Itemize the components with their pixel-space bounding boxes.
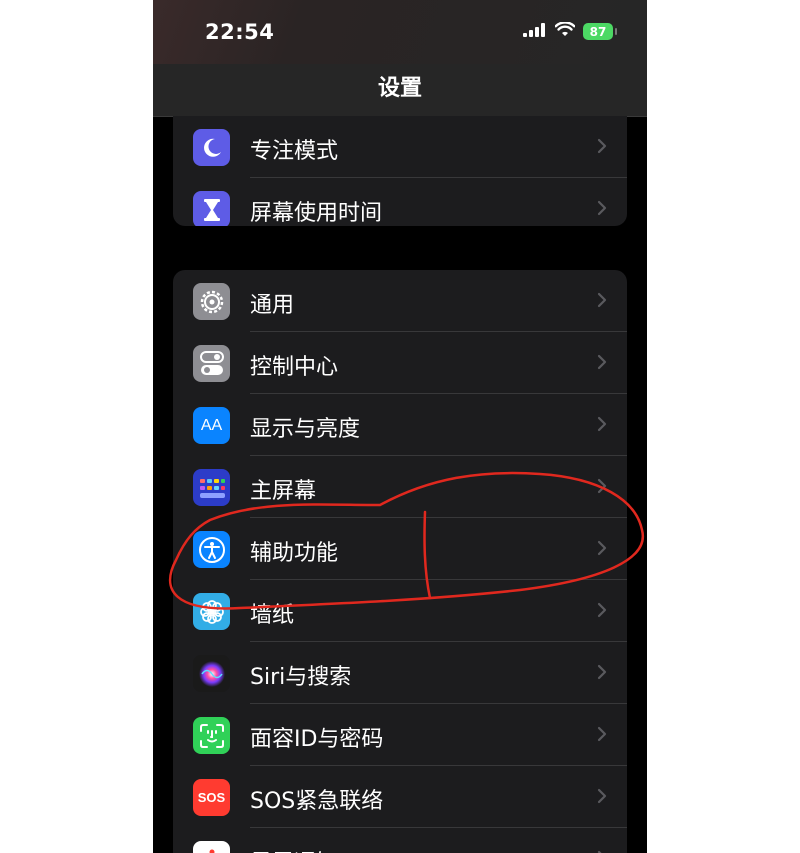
settings-row-siri[interactable]: Siri与搜索 bbox=[173, 642, 627, 704]
status-icons: 87 bbox=[523, 21, 617, 41]
gear-icon bbox=[193, 283, 230, 320]
settings-row-exposure[interactable]: 暴露通知 bbox=[173, 828, 627, 853]
aa-icon: AA bbox=[193, 407, 230, 444]
settings-row-screen-time[interactable]: 屏幕使用时间 bbox=[173, 178, 627, 226]
settings-row-focus[interactable]: 专注模式 bbox=[173, 116, 627, 178]
settings-row-label: 控制中心 bbox=[250, 355, 339, 380]
chevron-right-icon bbox=[597, 664, 607, 684]
settings-row-label: SOS紧急联络 bbox=[250, 789, 384, 814]
hourglass-icon bbox=[193, 191, 230, 226]
face-id-icon bbox=[193, 717, 230, 754]
settings-row-label: Siri与搜索 bbox=[250, 665, 352, 690]
settings-row-label: 暴露通知 bbox=[250, 845, 338, 853]
battery-icon: 87 bbox=[583, 23, 617, 40]
status-bar: 22:54 87 bbox=[153, 0, 647, 64]
settings-row-control-center[interactable]: 控制中心 bbox=[173, 332, 627, 394]
settings-group-focus: 专注模式 屏幕使用时间 bbox=[173, 116, 627, 226]
chevron-right-icon bbox=[597, 540, 607, 560]
chevron-right-icon bbox=[597, 478, 607, 498]
settings-row-label: 面容ID与密码 bbox=[250, 727, 384, 752]
settings-row-label: 辅助功能 bbox=[250, 541, 339, 566]
chevron-right-icon bbox=[597, 788, 607, 808]
settings-row-label: 墙纸 bbox=[250, 603, 295, 628]
chevron-right-icon bbox=[597, 200, 607, 220]
home-grid-icon bbox=[193, 469, 230, 506]
settings-row-home-screen[interactable]: 主屏幕 bbox=[173, 456, 627, 518]
settings-row-label: 主屏幕 bbox=[250, 479, 317, 504]
status-time: 22:54 bbox=[205, 20, 275, 44]
settings-row-label: 专注模式 bbox=[250, 139, 339, 164]
settings-row-wallpaper[interactable]: 墙纸 bbox=[173, 580, 627, 642]
signal-icon bbox=[523, 22, 547, 41]
settings-row-label: 屏幕使用时间 bbox=[250, 201, 383, 226]
aa-icon-text: AA bbox=[200, 416, 223, 434]
settings-row-face-id[interactable]: 面容ID与密码 bbox=[173, 704, 627, 766]
chevron-right-icon bbox=[597, 416, 607, 436]
settings-row-label: 通用 bbox=[250, 293, 295, 318]
settings-group-general: 通用 控制中心 AA 显示与亮度 主屏幕 辅助功能 墙纸 Siri与搜索 面容I… bbox=[173, 270, 627, 853]
chevron-right-icon bbox=[597, 354, 607, 374]
chevron-right-icon bbox=[597, 292, 607, 312]
siri-icon bbox=[193, 655, 230, 692]
flower-icon bbox=[193, 593, 230, 630]
sos-icon: SOS bbox=[193, 779, 230, 816]
phone-screen: 22:54 87 设置 专注模式 屏幕使用时间 通用 控制中心 AA 显示与亮度… bbox=[153, 0, 647, 853]
wifi-icon bbox=[554, 21, 576, 41]
settings-row-label: 显示与亮度 bbox=[250, 417, 361, 442]
settings-list[interactable]: 专注模式 屏幕使用时间 通用 控制中心 AA 显示与亮度 主屏幕 辅助功能 墙纸… bbox=[153, 116, 647, 853]
battery-level: 87 bbox=[589, 24, 607, 39]
navigation-bar: 设置 bbox=[153, 64, 647, 117]
accessibility-icon bbox=[193, 531, 230, 568]
settings-row-general[interactable]: 通用 bbox=[173, 270, 627, 332]
settings-row-sos[interactable]: SOS SOS紧急联络 bbox=[173, 766, 627, 828]
chevron-right-icon bbox=[597, 726, 607, 746]
page-title: 设置 bbox=[377, 76, 422, 101]
settings-row-accessibility[interactable]: 辅助功能 bbox=[173, 518, 627, 580]
moon-icon bbox=[193, 129, 230, 166]
exposure-icon bbox=[193, 841, 230, 853]
sos-icon-text: SOS bbox=[197, 790, 226, 805]
chevron-right-icon bbox=[597, 602, 607, 622]
toggles-icon bbox=[193, 345, 230, 382]
settings-row-display[interactable]: AA 显示与亮度 bbox=[173, 394, 627, 456]
chevron-right-icon bbox=[597, 138, 607, 158]
